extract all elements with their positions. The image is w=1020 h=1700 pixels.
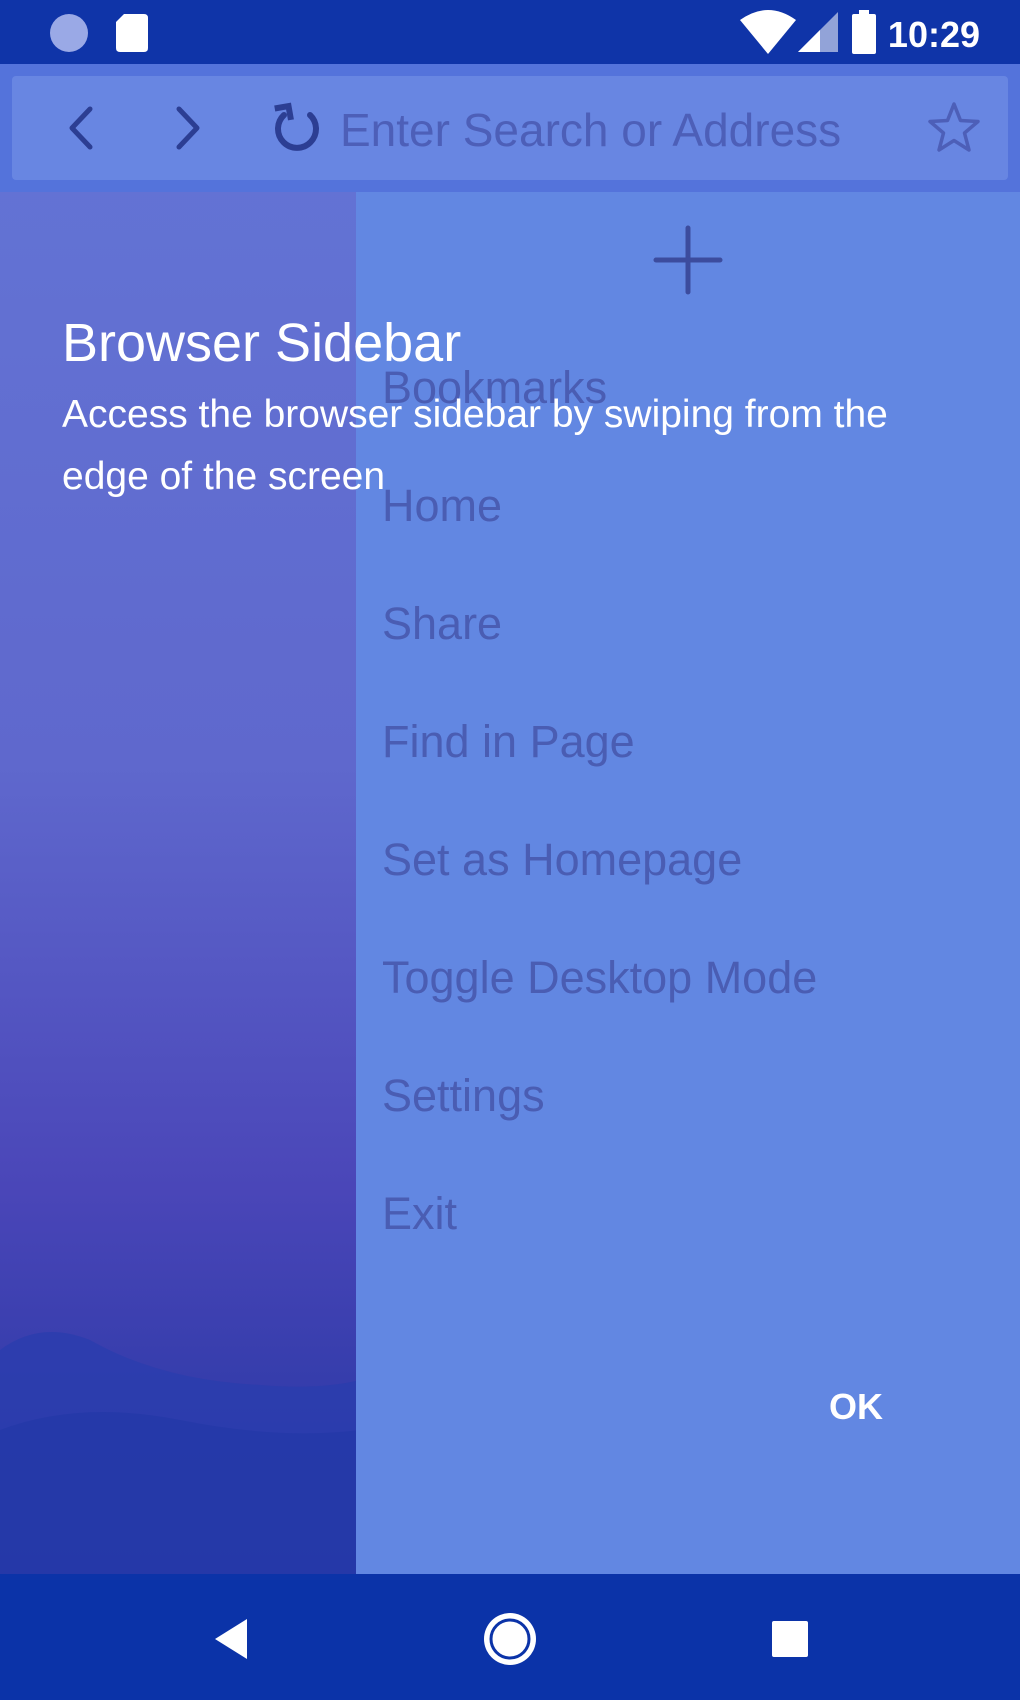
signal-icon bbox=[798, 12, 838, 52]
plus-icon bbox=[653, 225, 723, 295]
star-outline-icon bbox=[928, 102, 980, 152]
home-circle-icon bbox=[484, 1613, 536, 1665]
sidebar-item-share[interactable]: Share bbox=[382, 598, 502, 650]
status-bar: 10:29 bbox=[0, 0, 1020, 64]
wifi-icon bbox=[740, 10, 796, 54]
notification-dot-icon bbox=[50, 14, 88, 52]
nav-recents-button[interactable] bbox=[755, 1604, 825, 1674]
hills-decoration bbox=[0, 1332, 360, 1580]
chevron-right-icon bbox=[176, 106, 200, 150]
sidebar-item-find-in-page[interactable]: Find in Page bbox=[382, 716, 635, 768]
tutorial-description: Access the browser sidebar by swiping fr… bbox=[62, 393, 888, 498]
system-nav-bar bbox=[0, 1574, 1020, 1700]
battery-icon bbox=[852, 10, 876, 54]
browser-toolbar bbox=[0, 64, 1020, 192]
ok-button[interactable]: OK bbox=[796, 1372, 916, 1442]
address-bar bbox=[12, 76, 1008, 180]
tutorial-title: Browser Sidebar bbox=[62, 313, 462, 373]
back-triangle-icon bbox=[215, 1619, 247, 1659]
nav-home-button[interactable] bbox=[475, 1604, 545, 1674]
status-time: 10:29 bbox=[887, 14, 980, 55]
search-input[interactable] bbox=[340, 98, 920, 162]
recents-square-icon bbox=[772, 1621, 808, 1657]
sd-card-icon bbox=[116, 14, 148, 52]
chevron-left-icon bbox=[69, 106, 93, 150]
forward-button[interactable] bbox=[147, 76, 227, 180]
back-button[interactable] bbox=[42, 76, 122, 180]
reload-button[interactable] bbox=[252, 76, 342, 180]
reload-icon bbox=[274, 102, 319, 151]
sidebar-item-settings[interactable]: Settings bbox=[382, 1070, 545, 1122]
sidebar-item-exit[interactable]: Exit bbox=[382, 1188, 457, 1240]
sidebar-item-set-as-homepage[interactable]: Set as Homepage bbox=[382, 834, 742, 886]
add-button[interactable] bbox=[650, 222, 726, 298]
status-icons: 10:29 bbox=[740, 0, 1020, 64]
bookmark-star-button[interactable] bbox=[914, 76, 994, 180]
sidebar-item-toggle-desktop-mode[interactable]: Toggle Desktop Mode bbox=[382, 952, 817, 1004]
nav-back-button[interactable] bbox=[196, 1604, 266, 1674]
